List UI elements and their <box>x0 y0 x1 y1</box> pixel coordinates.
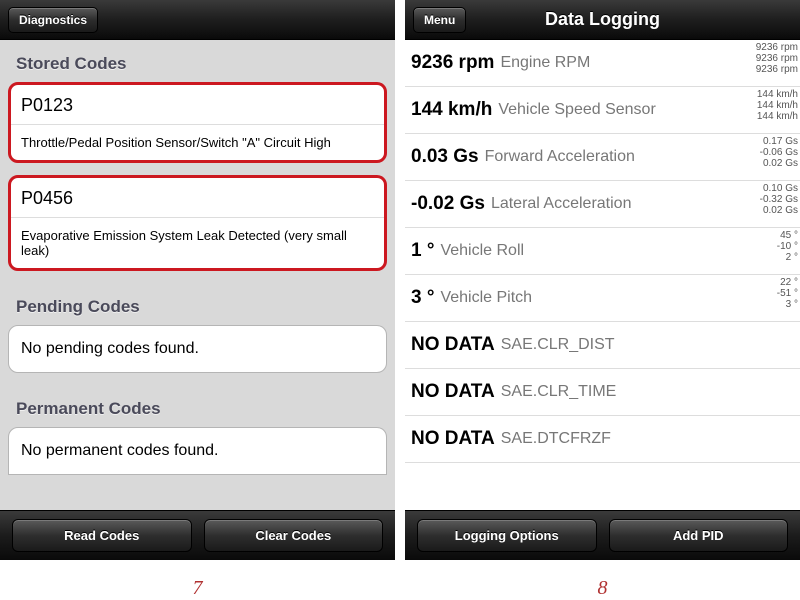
dtc-description: Throttle/Pedal Position Sensor/Switch "A… <box>11 125 384 160</box>
bottom-toolbar-right: Logging Options Add PID <box>405 510 800 560</box>
pending-empty-msg: No pending codes found. <box>9 326 386 372</box>
data-row[interactable]: -0.02 Gs Lateral Acceleration 0.10 Gs-0.32… <box>405 181 800 228</box>
data-label: Engine RPM <box>500 54 590 72</box>
data-history: 0.17 Gs-0.06 Gs0.02 Gs <box>760 134 798 169</box>
data-label: SAE.CLR_TIME <box>501 383 617 401</box>
data-row[interactable]: 3 ° Vehicle Pitch 22 °-51 °3 ° <box>405 275 800 322</box>
data-value: NO DATA <box>411 381 495 403</box>
permanent-codes-card: No permanent codes found. <box>8 427 387 475</box>
navbar-left: Diagnostics <box>0 0 395 40</box>
data-row[interactable]: 144 km/h Vehicle Speed Sensor 144 km/h144 … <box>405 87 800 134</box>
data-row[interactable]: NO DATA SAE.CLR_TIME <box>405 369 800 416</box>
data-value: NO DATA <box>411 334 495 356</box>
back-button-diagnostics[interactable]: Diagnostics <box>8 7 98 33</box>
add-pid-button[interactable]: Add PID <box>609 519 789 552</box>
data-label: Vehicle Speed Sensor <box>498 101 655 119</box>
clear-codes-button[interactable]: Clear Codes <box>204 519 384 552</box>
data-value: NO DATA <box>411 428 495 450</box>
data-history: 22 °-51 °3 ° <box>777 275 798 310</box>
data-value: 0.03 Gs <box>411 146 479 168</box>
data-label: Forward Acceleration <box>485 148 635 166</box>
stored-code-card[interactable]: P0123 Throttle/Pedal Position Sensor/Swi… <box>8 82 387 163</box>
data-label: SAE.CLR_DIST <box>501 336 615 354</box>
data-value: 1 ° <box>411 240 434 262</box>
data-row[interactable]: NO DATA SAE.DTCFRZF <box>405 416 800 463</box>
stored-codes-header: Stored Codes <box>0 40 395 82</box>
data-history: 45 °-10 °2 ° <box>777 228 798 263</box>
permanent-codes-header: Permanent Codes <box>0 385 395 427</box>
navbar-right: Menu Data Logging <box>405 0 800 40</box>
dtc-code: P0123 <box>11 85 384 125</box>
data-label: SAE.DTCFRZF <box>501 430 611 448</box>
pending-codes-card: No pending codes found. <box>8 325 387 373</box>
data-label: Vehicle Roll <box>440 242 524 260</box>
dtc-code: P0456 <box>11 178 384 218</box>
read-codes-button[interactable]: Read Codes <box>12 519 192 552</box>
pending-codes-header: Pending Codes <box>0 283 395 325</box>
data-label: Vehicle Pitch <box>440 289 532 307</box>
logging-options-button[interactable]: Logging Options <box>417 519 597 552</box>
data-value: -0.02 Gs <box>411 193 485 215</box>
data-row[interactable]: NO DATA SAE.CLR_DIST <box>405 322 800 369</box>
data-row[interactable]: 1 ° Vehicle Roll 45 °-10 °2 ° <box>405 228 800 275</box>
menu-button[interactable]: Menu <box>413 7 466 33</box>
data-logging-screen: Menu Data Logging 9236 rpmEngine RPM9236… <box>405 0 800 560</box>
bottom-toolbar-left: Read Codes Clear Codes <box>0 510 395 560</box>
data-value: 144 km/h <box>411 99 492 121</box>
data-history: 0.10 Gs-0.32 Gs0.02 Gs <box>760 181 798 216</box>
data-logging-scroll[interactable]: 9236 rpm Engine RPM 9236 rpm9236 rpm9236 r… <box>405 40 800 510</box>
data-row[interactable]: 9236 rpm Engine RPM 9236 rpm9236 rpm9236 r… <box>405 40 800 87</box>
data-label: Lateral Acceleration <box>491 195 632 213</box>
data-value: 3 ° <box>411 287 434 309</box>
stored-code-card[interactable]: P0456 Evaporative Emission System Leak D… <box>8 175 387 271</box>
diagnostics-scroll[interactable]: Stored Codes P0123 Throttle/Pedal Positi… <box>0 40 395 510</box>
diagnostics-screen: Diagnostics Stored Codes P0123 Throttle/… <box>0 0 395 560</box>
data-value: 9236 rpm <box>411 52 494 74</box>
dtc-description: Evaporative Emission System Leak Detecte… <box>11 218 384 268</box>
data-row[interactable]: 0.03 Gs Forward Acceleration 0.17 Gs-0.06 … <box>405 134 800 181</box>
data-history: 9236 rpm9236 rpm9236 rpm <box>756 40 798 75</box>
permanent-empty-msg: No permanent codes found. <box>9 428 386 474</box>
data-history: 144 km/h144 km/h144 km/h <box>757 87 798 122</box>
